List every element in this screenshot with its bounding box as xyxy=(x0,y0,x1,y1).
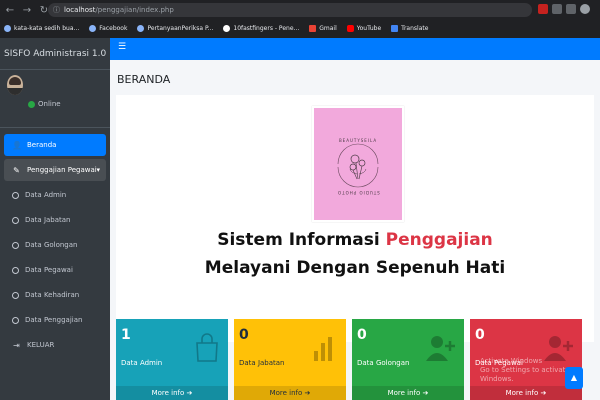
company-logo: BEAUTYSEILA STUDIO PHOTO xyxy=(312,106,404,222)
stat-box-data-golongan: 0 Data Golongan More info ➔ xyxy=(352,319,464,400)
online-dot-icon xyxy=(28,100,35,108)
url-field[interactable]: ⓘ localhost/penggajian/index.php xyxy=(48,3,532,17)
bookmark-item[interactable]: YouTube xyxy=(346,25,381,32)
sidepanel-icon[interactable] xyxy=(566,4,576,14)
bookmark-item[interactable]: PertanyaanPeriksa P... xyxy=(137,25,213,32)
sidebar-item-data-kehadiran[interactable]: Data Kehadiran xyxy=(4,284,106,306)
sidebar-item-data-golongan[interactable]: Data Golongan xyxy=(4,234,106,256)
forward-icon[interactable]: → xyxy=(20,5,34,16)
bookmark-item[interactable]: 10fastfingers - Pene... xyxy=(223,25,299,32)
scroll-top-button[interactable]: ▲ xyxy=(565,367,583,389)
avatar xyxy=(7,75,23,95)
stat-label: Data Admin xyxy=(121,359,163,367)
circle-icon xyxy=(12,316,19,324)
fastfingers-icon xyxy=(223,25,231,32)
stat-box-data-admin: 1 Data Admin More info ➔ xyxy=(116,319,228,400)
info-icon[interactable]: ⓘ xyxy=(53,3,60,17)
back-icon[interactable]: ← xyxy=(3,5,17,16)
sidebar-item-penggajian-pegawai[interactable]: ✎ Penggajian Pegawai ▾ xyxy=(4,159,106,181)
headline: Sistem Informasi Penggajian xyxy=(217,230,493,250)
circle-icon xyxy=(12,291,19,299)
sign-out-icon: ⇥ xyxy=(13,340,20,350)
extension-icon[interactable] xyxy=(538,4,548,14)
headline-highlight: Penggajian xyxy=(385,230,493,250)
online-status: Online xyxy=(28,100,61,108)
sidebar-menu: 👤 Beranda ✎ Penggajian Pegawai ▾ Data Admin… xyxy=(0,128,110,356)
more-info-link[interactable]: More info ➔ xyxy=(116,386,228,400)
bookmark-item[interactable]: kata-kata sedih bua... xyxy=(4,25,79,32)
sidebar-item-data-jabatan[interactable]: Data Jabatan xyxy=(4,209,106,231)
bar-chart-icon xyxy=(314,337,332,361)
globe-icon xyxy=(4,25,11,32)
more-info-link[interactable]: More info ➔ xyxy=(234,386,346,400)
stat-label: Data Jabatan xyxy=(239,359,285,367)
welcome-card: BEAUTYSEILA STUDIO PHOTO Sistem Informas… xyxy=(116,95,594,342)
bookmark-item[interactable]: Translate xyxy=(391,25,428,32)
bookmark-item[interactable]: Gmail xyxy=(309,25,337,32)
logo-text-top: BEAUTYSEILA xyxy=(338,138,378,143)
menu-toggle-icon[interactable]: ☰ xyxy=(118,42,126,52)
page-title: BERANDA xyxy=(117,73,171,86)
user-plus-icon xyxy=(426,336,455,361)
stat-value: 0 xyxy=(239,327,249,343)
puzzle-icon[interactable] xyxy=(552,4,562,14)
logo-text-bottom: STUDIO PHOTO xyxy=(336,190,380,195)
sidebar-item-data-penggajian[interactable]: Data Penggajian xyxy=(4,309,106,331)
stat-value: 1 xyxy=(121,327,131,343)
globe-icon xyxy=(137,25,145,32)
brand-title[interactable]: SISFO Administrasi 1.0 xyxy=(0,38,110,70)
top-navbar: ☰ xyxy=(110,38,600,60)
profile-avatar[interactable] xyxy=(580,4,590,14)
chevron-down-icon: ▾ xyxy=(96,166,100,174)
edit-icon: ✎ xyxy=(13,165,20,175)
address-bar-row: ← → ↻ ⓘ localhost/penggajian/index.php xyxy=(0,0,600,20)
tagline: Melayani Dengan Sepenuh Hati xyxy=(204,258,506,278)
youtube-icon xyxy=(346,25,354,32)
url-path: /penggajian/index.php xyxy=(95,6,174,14)
circle-icon xyxy=(12,241,19,249)
more-info-link[interactable]: More info ➔ xyxy=(352,386,464,400)
sidebar: SISFO Administrasi 1.0 Online 👤 Beranda ✎… xyxy=(0,38,110,400)
facebook-icon xyxy=(89,25,97,32)
url-host: localhost xyxy=(64,6,96,14)
bookmarks-bar: kata-kata sedih bua... Facebook Pertanya… xyxy=(0,20,600,37)
browser-chrome: ← → ↻ ⓘ localhost/penggajian/index.php ka… xyxy=(0,0,600,38)
chevron-up-icon: ▲ xyxy=(570,373,578,382)
user-panel: Online xyxy=(0,70,110,128)
circle-icon xyxy=(12,191,19,199)
main-content: BERANDA BEAUTYSEILA STUDIO PHOTO Sistem … xyxy=(110,60,600,400)
stat-value: 0 xyxy=(475,327,485,343)
sidebar-item-keluar[interactable]: ⇥ KELUAR xyxy=(4,334,106,356)
circle-icon xyxy=(12,216,19,224)
stat-label: Data Golongan xyxy=(357,359,410,367)
circle-icon xyxy=(12,266,19,274)
bookmark-item[interactable]: Facebook xyxy=(89,25,127,32)
sidebar-item-beranda[interactable]: 👤 Beranda xyxy=(4,134,106,156)
stat-value: 0 xyxy=(357,327,367,343)
stat-box-data-jabatan: 0 Data Jabatan More info ➔ xyxy=(234,319,346,400)
shopping-bag-icon xyxy=(196,333,218,362)
translate-icon xyxy=(391,25,399,32)
user-icon: 👤 xyxy=(12,140,22,150)
sidebar-item-data-admin[interactable]: Data Admin xyxy=(4,184,106,206)
gmail-icon xyxy=(309,25,317,32)
sidebar-item-data-pegawai[interactable]: Data Pegawai xyxy=(4,259,106,281)
